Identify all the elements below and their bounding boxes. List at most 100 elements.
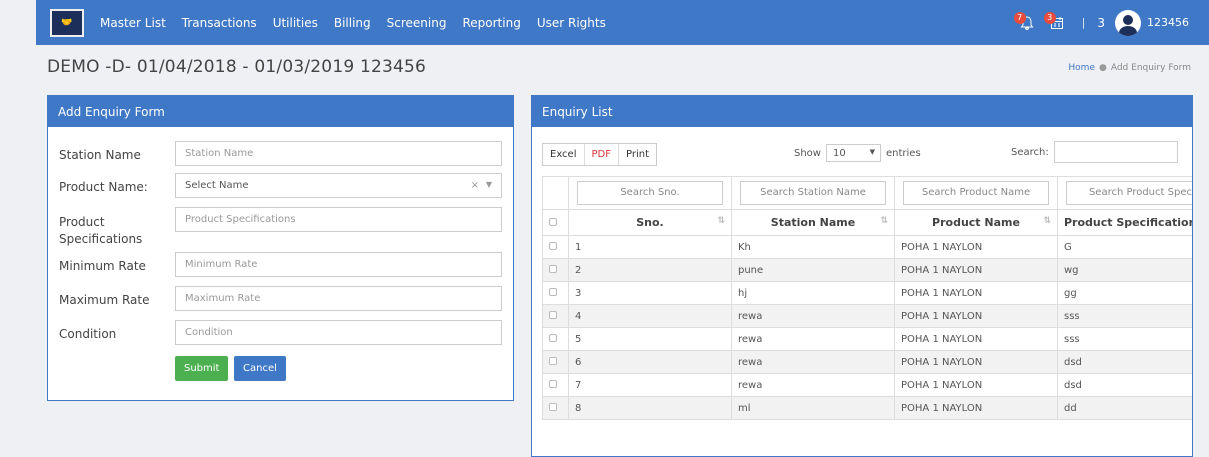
- spec-cell: sss: [1057, 304, 1192, 328]
- table-row[interactable]: 7 rewa POHA 1 NAYLON dsd: [542, 373, 1192, 397]
- product-select-value: Select Name: [185, 180, 249, 191]
- entries-label: entries: [885, 147, 921, 159]
- main-menu: Master List Transactions Utilities Billi…: [92, 16, 614, 30]
- row-checkbox[interactable]: [549, 402, 557, 411]
- menu-utilities[interactable]: Utilities: [265, 16, 326, 30]
- spec-cell: gg: [1057, 281, 1192, 305]
- row-select-cell: [542, 304, 569, 328]
- menu-transactions[interactable]: Transactions: [174, 16, 265, 30]
- menu-reporting[interactable]: Reporting: [454, 16, 528, 30]
- row-checkbox[interactable]: [549, 333, 557, 342]
- table-row[interactable]: 2 pune POHA 1 NAYLON wg: [542, 258, 1192, 282]
- max-rate-input[interactable]: Maximum Rate: [175, 286, 502, 311]
- search-input[interactable]: [1053, 141, 1178, 163]
- notification-button[interactable]: 7: [1013, 11, 1038, 34]
- excel-button[interactable]: Excel: [543, 144, 585, 165]
- row-checkbox[interactable]: [549, 310, 557, 319]
- product-header-label: Product Name: [932, 216, 1020, 229]
- max-rate-label: Maximum Rate: [59, 293, 150, 307]
- username[interactable]: 123456: [1147, 16, 1189, 29]
- chevron-down-icon: ▼: [869, 148, 875, 156]
- product-cell: POHA 1 NAYLON: [894, 373, 1058, 397]
- search-spec-input[interactable]: Search Product Specifi: [1066, 181, 1192, 205]
- calendar-button[interactable]: 3: [1043, 11, 1068, 34]
- avatar[interactable]: [1115, 9, 1141, 36]
- table-row[interactable]: 8 ml POHA 1 NAYLON dd: [542, 396, 1192, 420]
- station-label: Station Name: [59, 148, 141, 162]
- app-logo[interactable]: 🤝: [50, 8, 84, 37]
- product-label: Product Name:: [59, 180, 148, 194]
- row-checkbox[interactable]: [549, 241, 557, 250]
- sno-cell: 4: [568, 304, 732, 328]
- row-checkbox[interactable]: [549, 356, 557, 365]
- condition-label: Condition: [59, 327, 117, 341]
- product-name-select[interactable]: Select Name × ▼: [175, 173, 502, 198]
- station-header-label: Station Name: [770, 216, 856, 229]
- search-sno-input[interactable]: Search Sno.: [577, 181, 723, 205]
- station-header[interactable]: Station Name ⇅: [731, 209, 895, 236]
- station-cell: pune: [731, 258, 895, 282]
- sno-header[interactable]: Sno. ⇅: [568, 209, 732, 236]
- spec-cell: sss: [1057, 327, 1192, 351]
- export-buttons: Excel PDF Print: [542, 143, 657, 166]
- pdf-button[interactable]: PDF: [584, 144, 619, 165]
- product-cell: POHA 1 NAYLON: [894, 327, 1058, 351]
- nav-separator: |: [1081, 16, 1086, 29]
- spec-header[interactable]: Product Specification: [1057, 209, 1193, 236]
- row-checkbox[interactable]: [549, 287, 557, 296]
- menu-billing[interactable]: Billing: [326, 16, 379, 30]
- row-select-cell: [542, 281, 569, 305]
- entries-select[interactable]: 10 ▼: [825, 144, 881, 162]
- cancel-button[interactable]: Cancel: [234, 356, 286, 381]
- sno-cell: 5: [568, 327, 732, 351]
- search-label: Search:: [1011, 146, 1049, 158]
- menu-master-list[interactable]: Master List: [92, 16, 174, 30]
- show-label: Show: [794, 147, 821, 159]
- submit-button[interactable]: Submit: [175, 356, 229, 381]
- spec-cell: dd: [1057, 396, 1192, 420]
- menu-screening[interactable]: Screening: [379, 16, 455, 30]
- station-cell: rewa: [731, 304, 895, 328]
- menu-user-rights[interactable]: User Rights: [529, 16, 614, 30]
- calendar-badge: 3: [1043, 11, 1056, 24]
- row-select-cell: [542, 396, 569, 420]
- station-name-input[interactable]: Station Name: [175, 141, 502, 166]
- product-header[interactable]: Product Name ⇅: [894, 209, 1058, 236]
- select-all-header: [542, 209, 569, 236]
- min-rate-input[interactable]: Minimum Rate: [175, 252, 502, 277]
- clear-icon[interactable]: ×: [471, 180, 479, 191]
- product-spec-input[interactable]: Product Specifications: [175, 207, 502, 232]
- condition-input[interactable]: Condition: [175, 320, 502, 345]
- row-checkbox[interactable]: [549, 264, 557, 273]
- blank-cell: [542, 176, 569, 210]
- min-rate-label: Minimum Rate: [59, 259, 146, 273]
- search-station-input[interactable]: Search Station Name: [740, 181, 886, 205]
- select-all-checkbox[interactable]: [549, 218, 557, 226]
- breadcrumb-home[interactable]: Home: [1068, 63, 1095, 73]
- search-product-input[interactable]: Search Product Name: [903, 181, 1049, 205]
- table-row[interactable]: 4 rewa POHA 1 NAYLON sss: [542, 304, 1192, 328]
- product-cell: POHA 1 NAYLON: [894, 235, 1058, 259]
- page-title: DEMO -D- 01/04/2018 - 01/03/2019 123456: [47, 57, 427, 77]
- product-cell: POHA 1 NAYLON: [894, 258, 1058, 282]
- table-row[interactable]: 3 hj POHA 1 NAYLON gg: [542, 281, 1192, 305]
- station-cell: Kh: [731, 235, 895, 259]
- spec-cell: wg: [1057, 258, 1192, 282]
- enquiry-form-panel: Add Enquiry Form Station Name Station Na…: [47, 95, 514, 401]
- station-cell: rewa: [731, 373, 895, 397]
- spec-label: Product Specifications: [59, 215, 143, 246]
- table-row[interactable]: 1 Kh POHA 1 NAYLON G: [542, 235, 1192, 259]
- sort-icon: ⇅: [880, 216, 888, 226]
- row-checkbox[interactable]: [549, 379, 557, 388]
- print-button[interactable]: Print: [618, 144, 656, 165]
- table-row[interactable]: 6 rewa POHA 1 NAYLON dsd: [542, 350, 1192, 374]
- sno-header-label: Sno.: [636, 216, 664, 229]
- spec-header-label: Product Specification: [1064, 216, 1193, 229]
- form-panel-title: Add Enquiry Form: [48, 96, 513, 127]
- top-navbar: 🤝 Master List Transactions Utilities Bil…: [36, 0, 1209, 45]
- station-cell: rewa: [731, 350, 895, 374]
- table-row[interactable]: 5 rewa POHA 1 NAYLON sss: [542, 327, 1192, 351]
- count-value: 3: [1097, 15, 1105, 30]
- user-nav: 7 3 | 3 123456: [1013, 0, 1189, 45]
- chevron-down-icon[interactable]: ▼: [486, 180, 492, 189]
